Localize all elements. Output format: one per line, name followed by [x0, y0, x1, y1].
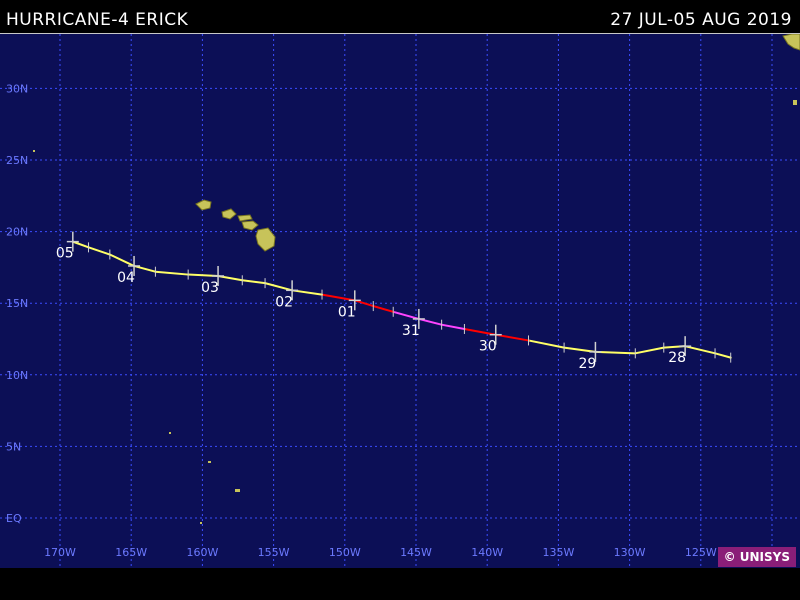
track-segment — [634, 346, 665, 355]
lat-label: 20N — [6, 226, 28, 239]
track-segment — [494, 333, 530, 342]
track-segment — [241, 279, 267, 285]
storm-title: HURRICANE-4 ERICK — [6, 10, 189, 30]
lon-label: 135W — [542, 546, 574, 559]
island-molokai — [237, 214, 253, 222]
storm-day-labels: 28 29 30 31 01 02 03 04 05 — [56, 246, 686, 372]
track-segment — [392, 310, 420, 320]
track-segment — [372, 305, 395, 313]
lon-label: 155W — [258, 546, 290, 559]
islet — [208, 461, 211, 463]
date-range: 27 JUL-05 AUG 2019 — [610, 10, 792, 30]
track-segment — [133, 264, 157, 273]
day-label: 02 — [275, 294, 293, 310]
track-segment — [684, 345, 717, 355]
lat-label: 10N — [6, 369, 28, 382]
lat-label: EQ — [6, 512, 22, 525]
lon-label: 160W — [186, 546, 218, 559]
storm-track — [66, 231, 732, 363]
lon-label: 125W — [685, 546, 717, 559]
islet — [33, 150, 35, 152]
map-canvas: 30N 25N 20N 15N 10N 5N EQ 170W 165W 160W 155W 150W 1… — [0, 34, 800, 569]
lon-label: 140W — [471, 546, 503, 559]
day-label: 05 — [56, 246, 74, 262]
track-map: 30N 25N 20N 15N 10N 5N EQ 170W 165W 160W 155W 150W 1… — [0, 33, 800, 569]
islet — [235, 489, 240, 492]
lat-label: 25N — [6, 154, 28, 167]
islet — [200, 522, 202, 524]
track-segment — [71, 240, 90, 249]
track-segment — [154, 270, 190, 276]
track-segment — [440, 323, 466, 330]
day-label: 03 — [201, 280, 219, 296]
land-baja-california — [782, 34, 800, 51]
island-maui — [241, 220, 259, 231]
track-segment — [463, 327, 497, 336]
footer-bar — [0, 568, 800, 600]
day-label: 28 — [668, 350, 686, 366]
lon-label: 170W — [44, 546, 76, 559]
day-label: 01 — [338, 304, 356, 320]
lon-label: 150W — [329, 546, 361, 559]
lat-label: 30N — [6, 82, 28, 95]
header-bar: HURRICANE-4 ERICK 27 JUL-05 AUG 2019 — [0, 0, 800, 34]
track-segment — [264, 282, 294, 292]
lon-label: 145W — [400, 546, 432, 559]
lon-label: 165W — [115, 546, 147, 559]
track-segment — [108, 253, 136, 267]
island-oahu — [221, 208, 237, 220]
day-label: 04 — [117, 270, 135, 286]
track-segment — [714, 352, 732, 359]
lon-label: 130W — [614, 546, 646, 559]
islet — [169, 432, 171, 434]
track-segment — [321, 293, 356, 302]
day-label: 29 — [579, 356, 597, 372]
track-segment — [87, 246, 111, 256]
day-label: 31 — [402, 323, 420, 339]
day-label: 30 — [479, 339, 497, 355]
island-kauai — [195, 199, 212, 211]
graticule — [0, 34, 800, 569]
lat-label: 5N — [6, 440, 21, 453]
islet — [793, 100, 797, 105]
lat-label: 15N — [6, 297, 28, 310]
graticule-labels: 30N 25N 20N 15N 10N 5N EQ 170W 165W 160W 155W 150W 1… — [6, 82, 717, 559]
track-segment — [417, 317, 443, 326]
island-hawaii — [255, 227, 276, 252]
credit-badge: © UNISYS — [717, 547, 796, 567]
